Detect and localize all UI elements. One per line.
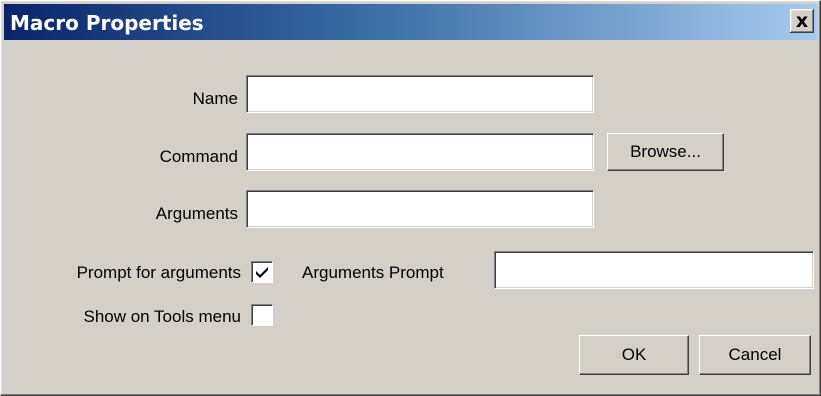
close-button[interactable]: x (790, 9, 814, 33)
prompt-for-arguments-label: Prompt for arguments (76, 263, 241, 282)
show-on-tools-menu-label: Show on Tools menu (83, 307, 241, 326)
cancel-button[interactable]: Cancel (699, 335, 811, 375)
arguments-prompt-label: Arguments Prompt (302, 263, 444, 282)
name-label: Name (192, 89, 238, 108)
name-field-frame (246, 75, 594, 113)
arguments-label: Arguments (155, 204, 238, 223)
ok-button[interactable]: OK (579, 335, 689, 375)
arguments-prompt-field-frame (494, 251, 814, 289)
browse-button-label: Browse... (630, 142, 701, 161)
arguments-field-frame (246, 190, 594, 228)
show-on-tools-menu-checkbox[interactable] (251, 304, 273, 326)
close-icon: x (795, 10, 809, 32)
title-bar[interactable]: Macro Properties x (4, 4, 817, 40)
macro-properties-dialog: Macro Properties x Name Command Browse..… (0, 0, 821, 396)
prompt-for-arguments-checkbox[interactable] (251, 261, 273, 283)
name-input[interactable] (247, 76, 593, 112)
window-title: Macro Properties (10, 11, 204, 35)
checkmark-icon (256, 267, 268, 278)
ok-button-label: OK (621, 345, 647, 364)
command-label: Command (159, 147, 238, 166)
command-field-frame (246, 133, 594, 171)
command-input[interactable] (247, 134, 593, 170)
browse-button[interactable]: Browse... (607, 133, 724, 171)
cancel-button-label: Cancel (728, 345, 782, 364)
arguments-input[interactable] (247, 191, 593, 227)
arguments-prompt-input[interactable] (495, 252, 813, 288)
